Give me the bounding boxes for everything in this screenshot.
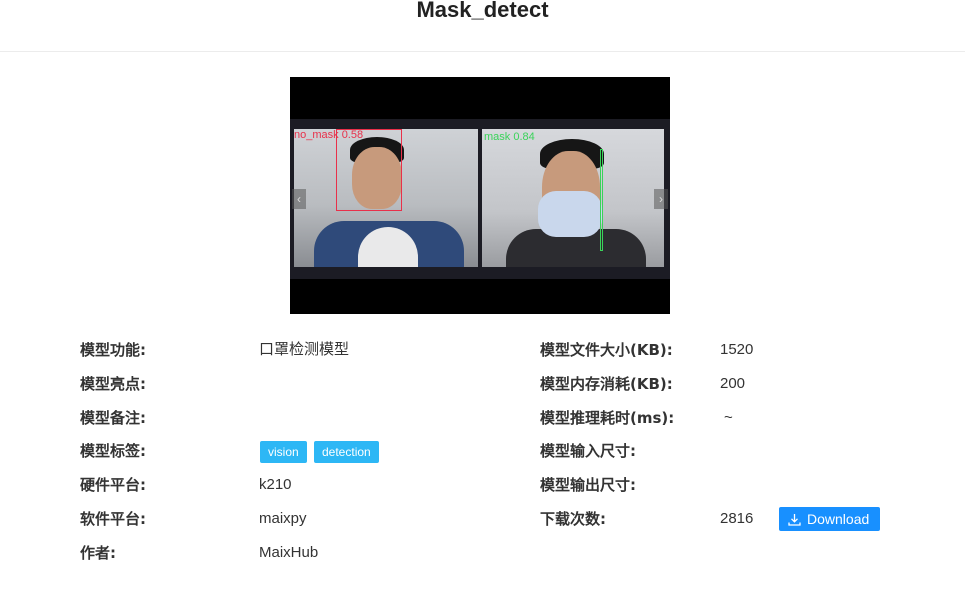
model-input-size-label: 模型输入尺寸: [540, 442, 636, 460]
no-mask-detection-box [336, 129, 402, 211]
header-divider [0, 51, 965, 52]
tag-vision[interactable]: vision [260, 441, 307, 463]
download-button[interactable]: Download [779, 507, 880, 531]
model-inference-time-label: 模型推理耗时(ms): [540, 409, 675, 427]
camera-view-mask: mask 0.84 [482, 129, 664, 267]
preview-frame: no_mask 0.58 mask 0.84 [290, 119, 670, 279]
download-count-label: 下载次数: [540, 510, 606, 528]
hardware-platform-label: 硬件平台: [80, 476, 146, 494]
no-mask-detection-label: no_mask 0.58 [294, 129, 364, 141]
model-function-label: 模型功能: [80, 341, 146, 359]
model-notes-label: 模型备注: [80, 409, 146, 427]
model-memory-usage-value: 200 [720, 375, 746, 392]
model-file-size-value: 1520 [720, 341, 754, 358]
author-label: 作者: [80, 544, 116, 562]
hardware-platform-value: k210 [259, 476, 292, 493]
model-inference-time-value: ~ [724, 409, 733, 426]
software-platform-label: 软件平台: [80, 510, 146, 528]
model-memory-usage-label: 模型内存消耗(KB): [540, 375, 673, 393]
face-mask [538, 191, 602, 237]
software-platform-value: maixpy [259, 510, 307, 527]
camera-view-no-mask: no_mask 0.58 [294, 129, 478, 267]
page-title: Mask_detect [416, 0, 549, 22]
model-output-size-label: 模型输出尺寸: [540, 476, 636, 494]
model-preview-image: no_mask 0.58 mask 0.84 ‹ › [290, 77, 670, 314]
model-tags-label: 模型标签: [80, 442, 146, 460]
model-file-size-label: 模型文件大小(KB): [540, 341, 673, 359]
download-count-value: 2816 [720, 510, 754, 527]
download-button-label: Download [807, 511, 870, 527]
mask-detection-label: mask 0.84 [484, 131, 535, 143]
download-icon [788, 514, 801, 526]
author-value: MaixHub [259, 544, 319, 561]
mask-detection-box [600, 149, 603, 251]
carousel-next-arrow[interactable]: › [654, 189, 668, 209]
tag-detection[interactable]: detection [314, 441, 379, 463]
model-function-value: 口罩检测模型 [259, 341, 350, 358]
carousel-prev-arrow[interactable]: ‹ [292, 189, 306, 209]
model-highlights-label: 模型亮点: [80, 375, 146, 393]
